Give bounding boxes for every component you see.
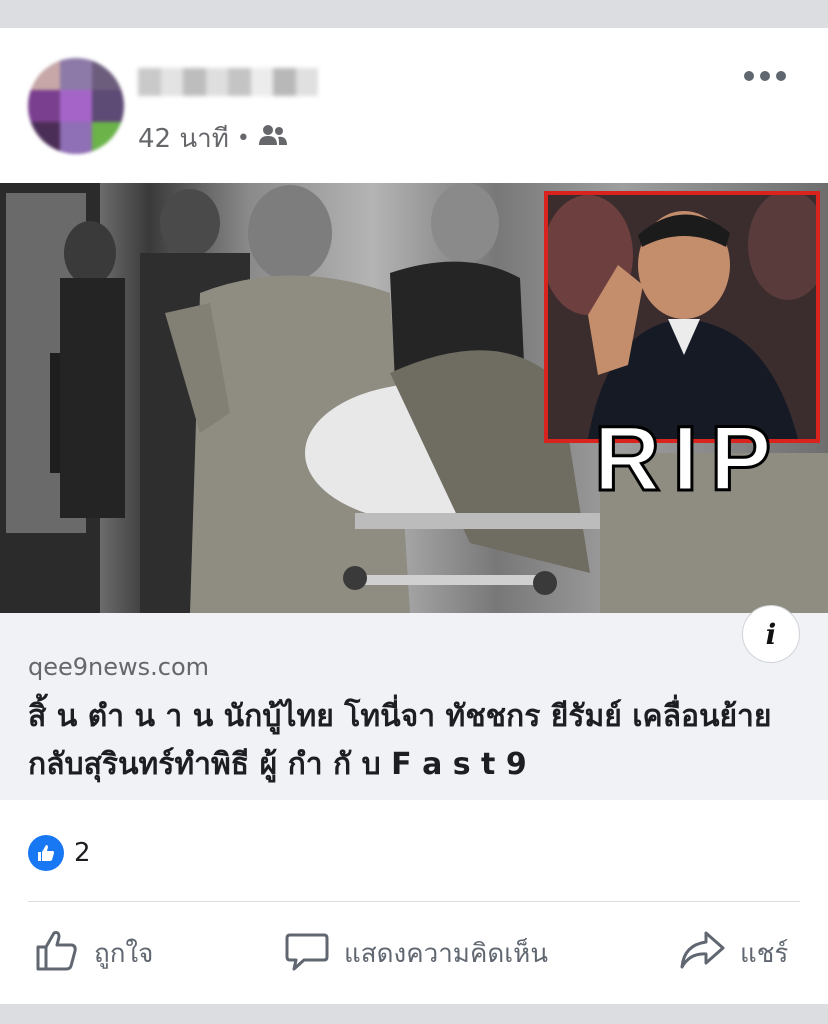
- post-meta: 42 นาที •: [138, 120, 288, 156]
- thumbs-up-icon: [34, 927, 80, 980]
- like-button[interactable]: ถูกใจ: [34, 928, 153, 978]
- post-photo[interactable]: RIP: [0, 183, 828, 613]
- link-preview[interactable]: i qee9news.com สิ้ น ตำ น า น นักบู้ไทย …: [0, 605, 828, 800]
- post-time[interactable]: 42 นาที: [138, 118, 229, 159]
- more-options-icon[interactable]: [744, 66, 788, 86]
- share-icon: [678, 927, 726, 980]
- author-name-blurred[interactable]: [138, 68, 318, 96]
- comment-button[interactable]: แสดงความคิดเห็น: [284, 928, 548, 978]
- like-label: ถูกใจ: [94, 938, 154, 969]
- friends-icon[interactable]: [258, 123, 288, 153]
- link-domain: qee9news.com: [28, 653, 210, 681]
- meta-separator: •: [236, 125, 250, 151]
- comment-label: แสดงความคิดเห็น: [344, 938, 549, 969]
- share-label: แชร์: [740, 938, 789, 969]
- post-card: 42 นาที • RIP i qee9news.com สิ้ น ตำ น …: [0, 28, 828, 1004]
- comment-icon: [284, 927, 330, 980]
- info-icon[interactable]: i: [742, 605, 800, 663]
- reaction-count: 2: [74, 838, 91, 868]
- avatar[interactable]: [28, 58, 124, 154]
- divider: [28, 901, 800, 902]
- link-title[interactable]: สิ้ น ตำ น า น นักบู้ไทย โทนี่จา ทัชชกร …: [28, 693, 798, 789]
- rip-overlay-text: RIP: [593, 408, 784, 511]
- action-bar: ถูกใจ แสดงความคิดเห็น แชร์: [0, 918, 828, 988]
- like-reaction-icon: [28, 835, 64, 871]
- share-button[interactable]: แชร์: [678, 928, 788, 978]
- reaction-summary[interactable]: 2: [28, 833, 91, 873]
- portrait-inset: [544, 191, 820, 443]
